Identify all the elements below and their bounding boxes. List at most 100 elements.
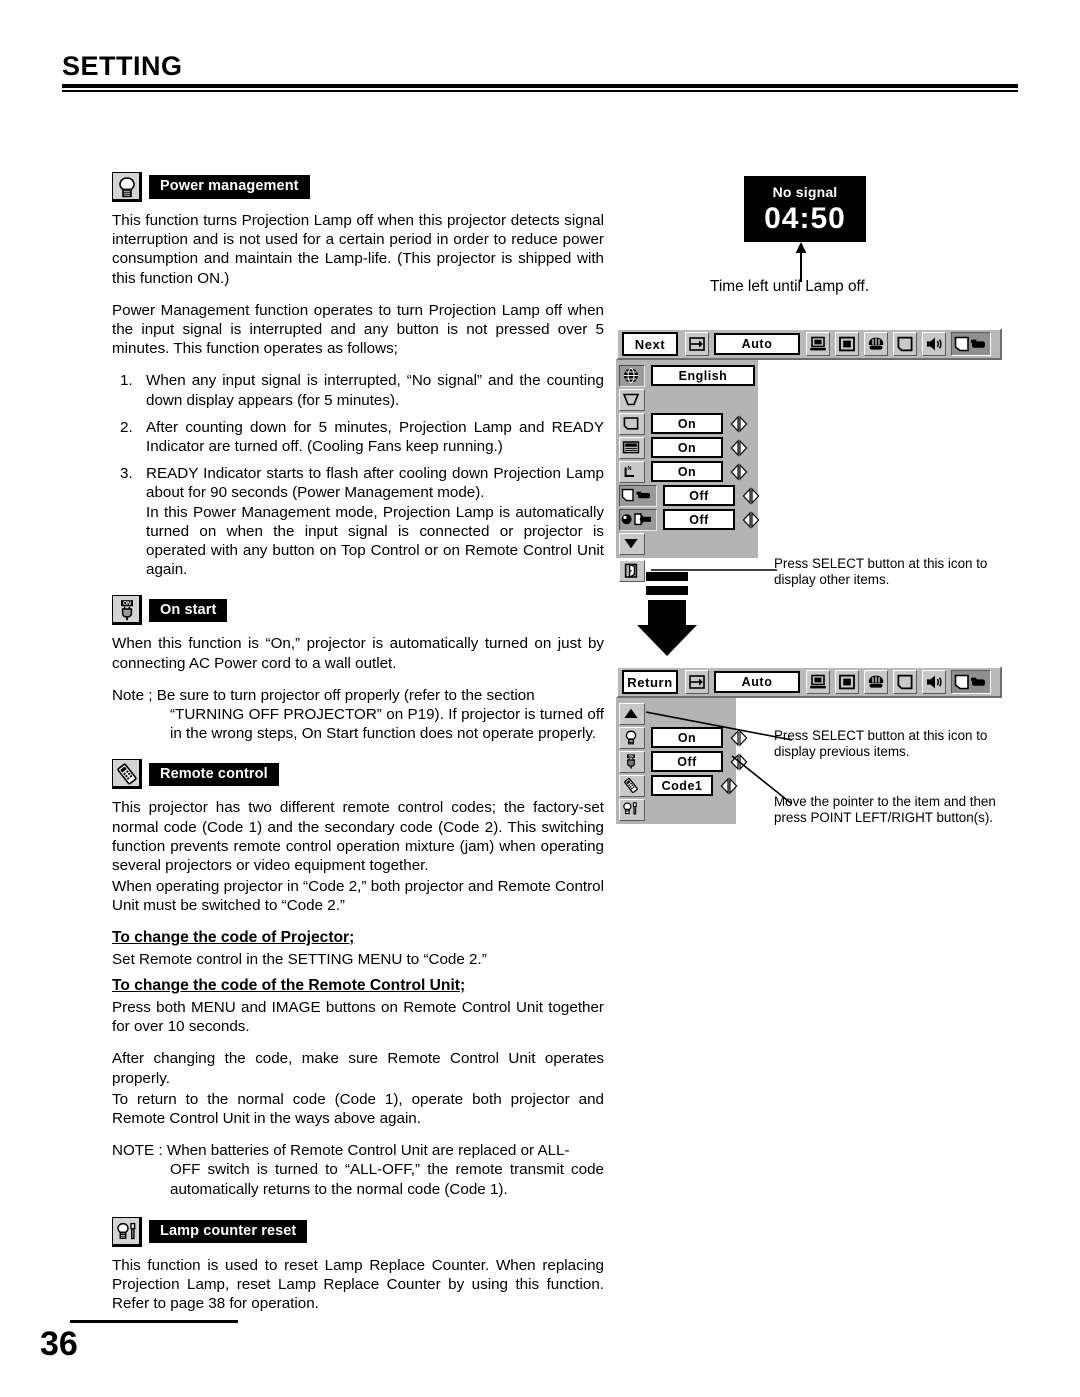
menu1-row-rear[interactable]: Off	[619, 508, 760, 531]
menu1-auto-button[interactable]: Auto	[714, 333, 800, 355]
screen-icon[interactable]	[835, 332, 859, 356]
language-globe-icon[interactable]	[619, 364, 645, 387]
menu2-power-management-value[interactable]: On	[651, 727, 723, 748]
menu1-ceiling-value[interactable]: Off	[663, 485, 735, 506]
on-start-note-body: “TURNING OFF PROJECTOR” on P19). If proj…	[170, 706, 604, 743]
scroll-up-icon[interactable]	[619, 702, 645, 725]
menu1-body: English On On N On Off Off	[616, 360, 760, 558]
menu1-next-button[interactable]: Next	[622, 332, 678, 356]
on-start-paragraph-1: When this function is “On,” projector is…	[112, 635, 604, 672]
remote-control-paragraph-4: Press both MENU and IMAGE buttons on Rem…	[112, 998, 604, 1036]
ceiling-icon[interactable]	[619, 484, 657, 507]
menu1-callout-text: Press SELECT button at this icon to disp…	[774, 556, 988, 588]
lamp-tool-icon	[112, 1216, 142, 1247]
list-item: 3. READY Indicator starts to flash after…	[112, 464, 604, 579]
menu1-blue-back-value[interactable]: On	[651, 413, 723, 434]
section-header-lamp-counter-reset: Lamp counter reset	[112, 1216, 604, 1247]
rear-icon[interactable]	[619, 508, 657, 531]
menu2-auto-button[interactable]: Auto	[714, 671, 800, 693]
list-item-subtext: In this Power Management mode, Projectio…	[146, 503, 604, 579]
no-signal-countdown: 04:50	[764, 202, 846, 235]
remote-control-note: NOTE : When batteries of Remote Control …	[112, 1141, 604, 1199]
menu1-row-keystone[interactable]	[619, 388, 755, 411]
display-left-right-arrows[interactable]	[729, 438, 749, 457]
menu1-row-blue-back[interactable]: On	[619, 412, 755, 435]
remote-control-left-right-arrows[interactable]	[719, 776, 739, 795]
keystone-icon[interactable]	[619, 388, 645, 411]
menu2-callout-previous: Press SELECT button at this icon to disp…	[774, 728, 988, 760]
power-management-step-list: 1. When any input signal is interrupted,…	[112, 371, 604, 579]
no-signal-display: No signal 04:50	[744, 176, 866, 242]
page-number: 36	[40, 1325, 78, 1363]
list-item: 1. When any input signal is interrupted,…	[112, 371, 604, 409]
lamp-counter-reset-icon[interactable]	[619, 798, 645, 821]
section-header-on-start: ON On start	[112, 595, 604, 626]
scroll-down-icon[interactable]	[619, 532, 645, 555]
remote-control-note-label: NOTE :	[112, 1142, 163, 1160]
menu2-return-button[interactable]: Return	[622, 670, 678, 694]
lamp-icon	[112, 172, 142, 202]
remote-control-note-body: OFF switch is turned to “ALL-OFF,” the r…	[170, 1161, 604, 1198]
menu2-body: On ON Off Code1	[616, 698, 748, 824]
menu2-row-on-start[interactable]: ON Off	[619, 750, 748, 773]
power-management-paragraph-1: This function turns Projection Lamp off …	[112, 212, 604, 287]
flow-down-arrow	[636, 572, 698, 663]
menu2-row-lamp-counter-reset[interactable]	[619, 798, 733, 821]
power-management-lamp-icon[interactable]	[619, 726, 645, 749]
display-icon[interactable]	[619, 436, 645, 459]
section-label-lamp-counter-reset: Lamp counter reset	[149, 1219, 308, 1244]
blue-back-left-right-arrows[interactable]	[729, 414, 749, 433]
menu2-remote-control-value[interactable]: Code1	[651, 775, 713, 796]
section-header-remote-control: Remote control	[112, 759, 604, 790]
logo-icon[interactable]: N	[619, 460, 645, 483]
menu2-callout-pointer: Move the pointer to the item and then pr…	[774, 794, 996, 826]
svg-text:N: N	[628, 466, 632, 472]
remote-control-heading-projector: To change the code of Projector;	[112, 928, 355, 946]
sound-icon[interactable]	[922, 670, 946, 694]
on-plug-icon: ON	[112, 595, 142, 626]
menu1-toolbar: Next Auto	[616, 328, 1002, 360]
on-start-note: Note ; Be sure to turn projector off pro…	[112, 686, 604, 744]
ceiling-left-right-arrows[interactable]	[741, 486, 761, 505]
remote-control-icon[interactable]	[619, 774, 645, 797]
on-start-left-right-arrows[interactable]	[729, 752, 749, 771]
menu1-row-ceiling[interactable]: Off	[619, 484, 760, 507]
menu1-row-scroll-down[interactable]	[619, 532, 755, 555]
menu1-row-language[interactable]: English	[619, 364, 755, 387]
menu1-language-value[interactable]: English	[651, 365, 755, 386]
input-icon[interactable]	[685, 332, 709, 356]
image-icon[interactable]	[864, 670, 888, 694]
menu1-row-logo[interactable]: N On	[619, 460, 755, 483]
menu2-row-remote-control[interactable]: Code1	[619, 774, 738, 797]
setting-icon[interactable]	[951, 670, 991, 694]
menu2-on-start-value[interactable]: Off	[651, 751, 723, 772]
page-icon[interactable]	[893, 670, 917, 694]
svg-text:ON: ON	[629, 754, 634, 758]
menu2-row-scroll-up[interactable]	[619, 702, 733, 725]
on-start-plug-icon[interactable]: ON	[619, 750, 645, 773]
page-icon[interactable]	[893, 332, 917, 356]
setting-icon[interactable]	[951, 332, 991, 356]
lamp-counter-reset-paragraph-1: This function is used to reset Lamp Repl…	[112, 1256, 604, 1313]
rear-left-right-arrows[interactable]	[741, 510, 761, 529]
menu2-row-power-management[interactable]: On	[619, 726, 748, 749]
logo-left-right-arrows[interactable]	[729, 462, 749, 481]
menu1-display-value[interactable]: On	[651, 437, 723, 458]
remote-control-paragraph-2: When operating projector in “Code 2,” bo…	[112, 878, 604, 915]
list-item-text: When any input signal is interrupted, “N…	[146, 372, 604, 409]
menu1-logo-value[interactable]: On	[651, 461, 723, 482]
header-rule-thin	[62, 90, 1018, 93]
sound-icon[interactable]	[922, 332, 946, 356]
power-management-left-right-arrows[interactable]	[729, 728, 749, 747]
blue-back-icon[interactable]	[619, 412, 645, 435]
image-icon[interactable]	[864, 332, 888, 356]
computer-icon[interactable]	[806, 670, 830, 694]
input-icon[interactable]	[685, 670, 709, 694]
computer-icon[interactable]	[806, 332, 830, 356]
section-label-power-management: Power management	[149, 175, 310, 199]
remote-control-heading-unit: To change the code of the Remote Control…	[112, 976, 466, 994]
menu1-rear-value[interactable]: Off	[663, 509, 735, 530]
on-start-note-label: Note ;	[112, 686, 153, 704]
menu1-row-display[interactable]: On	[619, 436, 755, 459]
screen-icon[interactable]	[835, 670, 859, 694]
